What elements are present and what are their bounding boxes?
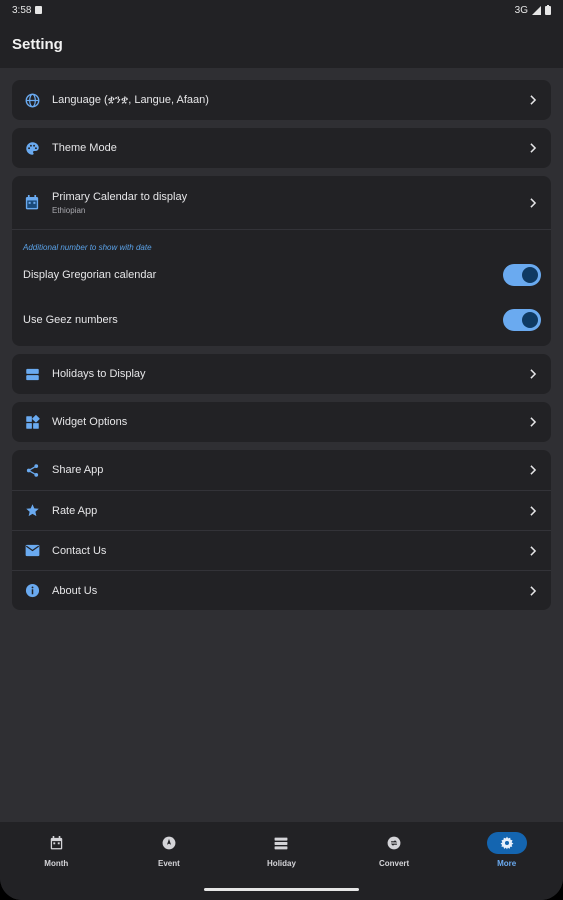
theme-mode-row[interactable]: Theme Mode	[12, 128, 551, 168]
chevron-right-icon	[527, 368, 539, 380]
chevron-right-icon	[527, 464, 539, 476]
nav-label-more: More	[497, 859, 517, 868]
mail-icon	[24, 543, 40, 559]
holidays-row[interactable]: Holidays to Display	[12, 354, 551, 394]
signal-icon	[532, 5, 541, 15]
primary-calendar-value: Ethiopian	[52, 205, 86, 215]
status-time: 3:58	[12, 4, 32, 16]
rate-app-row[interactable]: Rate App	[12, 490, 551, 530]
geez-toggle-label: Use Geez numbers	[23, 313, 118, 326]
chevron-right-icon	[527, 585, 539, 597]
switch-knob	[522, 266, 538, 283]
widgets-icon	[24, 414, 40, 430]
holidays-card: Holidays to Display	[12, 354, 551, 394]
nav-label-holiday: Holiday	[267, 859, 296, 868]
calendar-icon	[24, 195, 40, 211]
geez-toggle-row: Use Geez numbers	[12, 297, 551, 342]
additional-number-caption: Additional number to show with date	[23, 243, 152, 252]
about-us-label: About Us	[52, 584, 98, 597]
battery-icon	[545, 5, 551, 15]
geez-switch[interactable]	[503, 308, 541, 331]
star-icon	[24, 503, 40, 519]
app-bar: Setting	[0, 20, 563, 68]
switch-knob	[522, 311, 538, 328]
nav-event[interactable]: Event	[129, 832, 209, 900]
nav-convert[interactable]: Convert	[354, 832, 434, 900]
calendar-month-icon	[36, 832, 76, 854]
holidays-label: Holidays to Display	[52, 368, 146, 380]
chevron-right-icon	[527, 505, 539, 517]
contact-us-label: Contact Us	[52, 544, 107, 557]
about-card: Share App Rate App Contact Us About Us	[12, 450, 551, 610]
globe-icon	[24, 92, 40, 108]
nav-label-event: Event	[157, 859, 180, 868]
gear-icon	[486, 832, 527, 854]
theme-card: Theme Mode	[12, 128, 551, 168]
calendar-card: Primary Calendar to display Ethiopian Ad…	[12, 176, 551, 346]
gregorian-switch[interactable]	[503, 263, 541, 286]
notification-icon	[35, 6, 43, 14]
gregorian-toggle-row: Display Gregorian calendar	[12, 252, 551, 297]
page-title: Setting	[12, 35, 63, 53]
contact-us-row[interactable]: Contact Us	[12, 530, 551, 570]
chevron-right-icon	[527, 416, 539, 428]
language-label: Language (ቋንቋ, Langue, Afaan)	[52, 93, 209, 106]
theme-mode-label: Theme Mode	[52, 142, 117, 154]
widget-options-row[interactable]: Widget Options	[12, 402, 551, 442]
settings-screen: 3:58 3G Setting Language (ቋንቋ, Langue, A…	[0, 0, 563, 900]
convert-icon	[374, 832, 414, 854]
language-card: Language (ቋንቋ, Langue, Afaan)	[12, 80, 551, 120]
gregorian-toggle-label: Display Gregorian calendar	[23, 268, 157, 281]
holiday-list-icon	[261, 832, 301, 854]
settings-list: Language (ቋንቋ, Langue, Afaan) Theme Mode…	[0, 68, 563, 610]
info-icon	[24, 583, 40, 599]
event-icon	[149, 832, 189, 854]
primary-calendar-row[interactable]: Primary Calendar to display Ethiopian	[12, 176, 551, 229]
about-us-row[interactable]: About Us	[12, 570, 551, 610]
home-indicator[interactable]	[204, 888, 359, 891]
chevron-right-icon	[527, 142, 539, 154]
nav-more[interactable]: More	[467, 832, 547, 900]
primary-calendar-title: Primary Calendar to display	[52, 190, 188, 203]
list-icon	[24, 366, 40, 382]
chevron-right-icon	[527, 545, 539, 557]
share-icon	[24, 462, 40, 478]
chevron-right-icon	[527, 94, 539, 106]
rate-app-label: Rate App	[52, 504, 98, 517]
widget-options-label: Widget Options	[52, 416, 128, 428]
chevron-right-icon	[527, 197, 539, 209]
share-app-label: Share App	[52, 464, 104, 476]
nav-label-month: Month	[44, 859, 69, 868]
language-row[interactable]: Language (ቋንቋ, Langue, Afaan)	[12, 80, 551, 120]
palette-icon	[24, 140, 40, 156]
widget-card: Widget Options	[12, 402, 551, 442]
nav-label-convert: Convert	[378, 859, 410, 868]
share-app-row[interactable]: Share App	[12, 450, 551, 490]
network-type: 3G	[514, 4, 528, 16]
nav-month[interactable]: Month	[16, 832, 96, 900]
status-bar: 3:58 3G	[0, 0, 563, 20]
